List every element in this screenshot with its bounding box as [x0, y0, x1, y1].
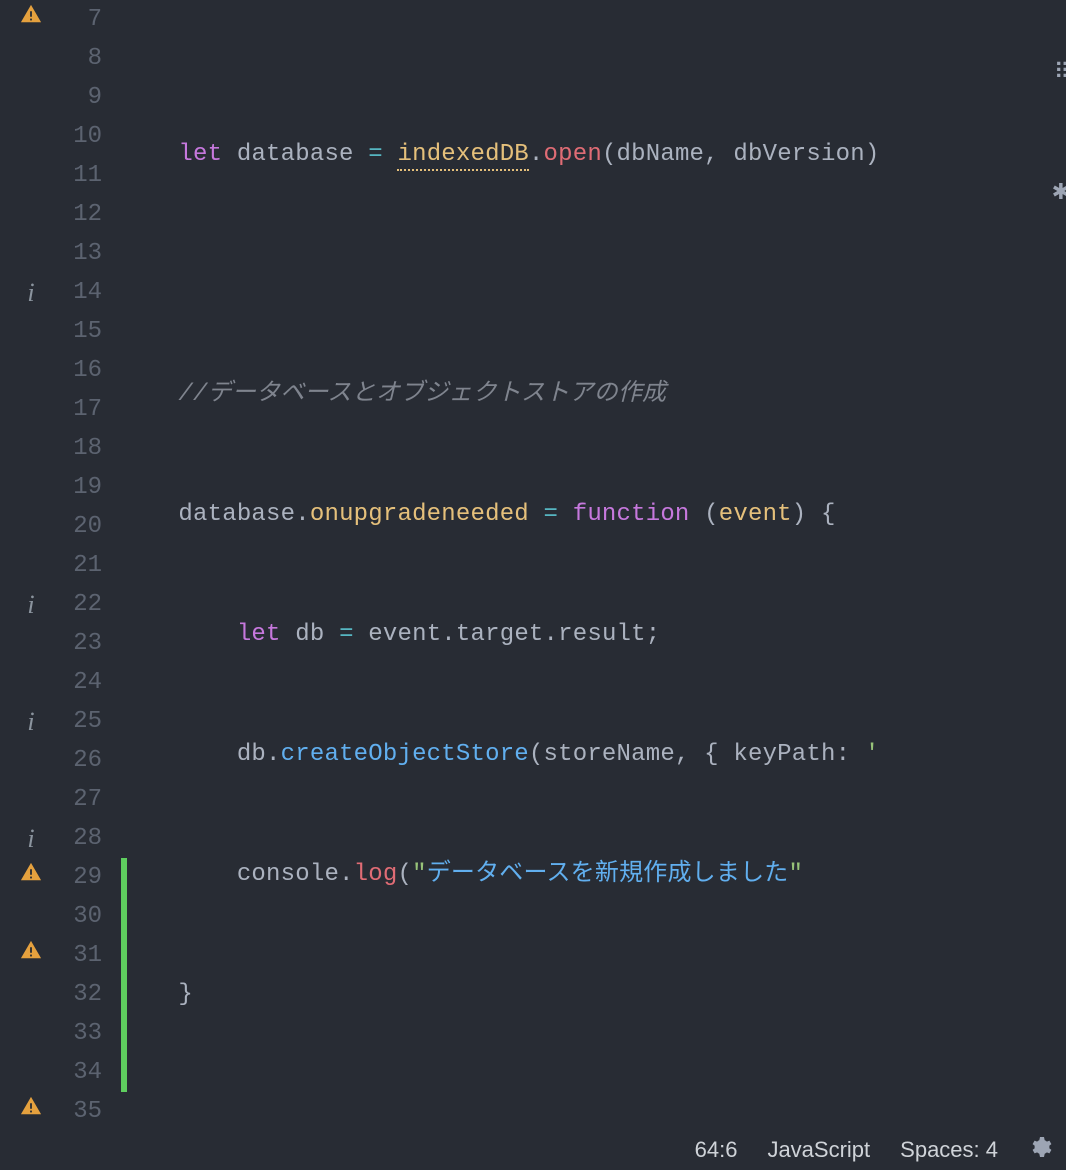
line-number: 28 [73, 819, 102, 858]
gutter-line[interactable]: 15 [0, 312, 120, 351]
gutter-line[interactable]: 34 [0, 1053, 120, 1092]
gutter-line[interactable]: 7 [0, 0, 120, 39]
line-number: 23 [73, 624, 102, 663]
change-bar [121, 858, 127, 1092]
line-number: 30 [73, 897, 102, 936]
line-number: 13 [73, 234, 102, 273]
gutter-line[interactable]: 16 [0, 351, 120, 390]
gutter-line[interactable]: 29 [0, 858, 120, 897]
gutter-line[interactable]: i 28 [0, 819, 120, 858]
line-number: 9 [88, 78, 102, 117]
code-line[interactable] [120, 255, 1066, 294]
gutter-line[interactable]: 9 [0, 78, 120, 117]
line-number: 16 [73, 351, 102, 390]
code-line[interactable]: db.createObjectStore(storeName, { keyPat… [120, 735, 1066, 774]
warning-icon[interactable] [18, 0, 44, 39]
line-number: 7 [88, 0, 102, 39]
line-number: 24 [73, 663, 102, 702]
status-bar: 64:6 JavaScript Spaces: 4 [0, 1130, 1066, 1170]
gear-icon[interactable] [1028, 1135, 1052, 1165]
line-number: 33 [73, 1014, 102, 1053]
code-line[interactable] [120, 1095, 1066, 1130]
gutter-line[interactable]: 33 [0, 1014, 120, 1053]
cursor-position[interactable]: 64:6 [695, 1137, 738, 1163]
code-area[interactable]: let database = indexedDB.open(dbName, db… [120, 0, 1066, 1130]
line-number: 25 [73, 702, 102, 741]
code-line[interactable]: } [120, 975, 1066, 1014]
gutter-line[interactable]: i 22 [0, 585, 120, 624]
code-line[interactable]: console.log("データベースを新規作成しました" [120, 855, 1066, 894]
gutter-line[interactable]: 32 [0, 975, 120, 1014]
gutter-line[interactable]: 17 [0, 390, 120, 429]
line-number: 34 [73, 1053, 102, 1092]
gutter-line[interactable]: 30 [0, 897, 120, 936]
code-line[interactable]: database.onupgradeneeded = function (eve… [120, 495, 1066, 534]
gutter-line[interactable]: i 25 [0, 702, 120, 741]
gutter-line[interactable]: 10 [0, 117, 120, 156]
line-number: 19 [73, 468, 102, 507]
line-number: 26 [73, 741, 102, 780]
info-icon[interactable]: i [18, 273, 44, 312]
line-number: 11 [73, 156, 102, 195]
line-number: 20 [73, 507, 102, 546]
line-number: 8 [88, 39, 102, 78]
line-number: 27 [73, 780, 102, 819]
gutter-line[interactable]: 31 [0, 936, 120, 975]
line-number: 22 [73, 585, 102, 624]
gutter-line[interactable]: i 14 [0, 273, 120, 312]
gutter-line[interactable]: 19 [0, 468, 120, 507]
line-number: 21 [73, 546, 102, 585]
gutter-line[interactable]: 20 [0, 507, 120, 546]
line-number: 15 [73, 312, 102, 351]
line-number: 12 [73, 195, 102, 234]
gutter-line[interactable]: 13 [0, 234, 120, 273]
gutter-line[interactable]: 12 [0, 195, 120, 234]
info-icon[interactable]: i [18, 702, 44, 741]
drag-handle-icon[interactable]: ⠿ [1054, 60, 1066, 86]
code-line[interactable]: let database = indexedDB.open(dbName, db… [120, 135, 1066, 174]
warning-icon[interactable] [18, 936, 44, 975]
indentation-setting[interactable]: Spaces: 4 [900, 1137, 998, 1163]
language-mode[interactable]: JavaScript [767, 1137, 870, 1163]
settings-gear-icon[interactable]: ✱ [1052, 180, 1066, 206]
warning-icon[interactable] [18, 1092, 44, 1130]
gutter-line[interactable]: 35 [0, 1092, 120, 1130]
line-number: 17 [73, 390, 102, 429]
line-number: 31 [73, 936, 102, 975]
gutter-line[interactable]: 23 [0, 624, 120, 663]
gutter-line[interactable]: 18 [0, 429, 120, 468]
line-number: 18 [73, 429, 102, 468]
code-editor[interactable]: 78910111213 i 1415161718192021 i 222324 i 2526… [0, 0, 1066, 1130]
warning-icon[interactable] [18, 858, 44, 897]
gutter-line[interactable]: 24 [0, 663, 120, 702]
gutter-line[interactable]: 11 [0, 156, 120, 195]
code-line[interactable]: let db = event.target.result; [120, 615, 1066, 654]
info-icon[interactable]: i [18, 819, 44, 858]
gutter: 78910111213 i 1415161718192021 i 222324 i 2526… [0, 0, 120, 1130]
line-number: 32 [73, 975, 102, 1014]
info-icon[interactable]: i [18, 585, 44, 624]
code-line[interactable]: //データベースとオブジェクトストアの作成 [120, 375, 1066, 414]
gutter-line[interactable]: 21 [0, 546, 120, 585]
gutter-line[interactable]: 8 [0, 39, 120, 78]
gutter-line[interactable]: 27 [0, 780, 120, 819]
line-number: 35 [73, 1092, 102, 1130]
gutter-line[interactable]: 26 [0, 741, 120, 780]
line-number: 14 [73, 273, 102, 312]
line-number: 10 [73, 117, 102, 156]
line-number: 29 [73, 858, 102, 897]
